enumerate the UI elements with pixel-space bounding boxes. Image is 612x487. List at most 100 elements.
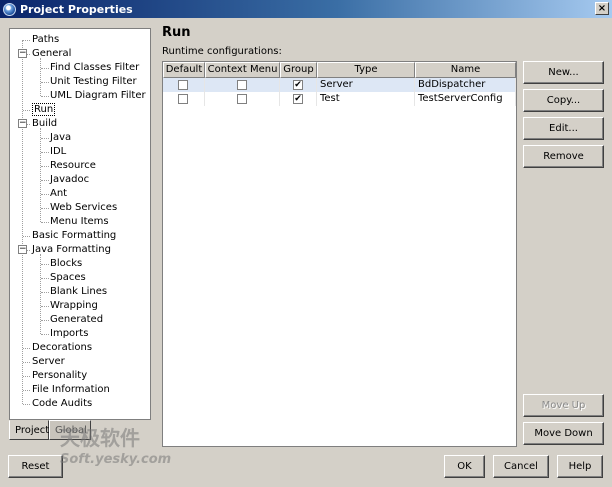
tree-guide-line: [23, 362, 30, 363]
runtime-config-table: Default Context Menu Group Type Name ✔ S…: [162, 61, 517, 447]
tree-item[interactable]: Blank Lines: [50, 285, 107, 298]
move-up-button[interactable]: Move Up: [523, 394, 604, 417]
column-header-name[interactable]: Name: [415, 62, 516, 78]
table-row[interactable]: ✔ Test TestServerConfig: [163, 92, 516, 106]
tree-guide-line: [23, 236, 30, 237]
column-header-type[interactable]: Type: [317, 62, 415, 78]
help-button[interactable]: Help: [557, 455, 603, 478]
tree-item[interactable]: Java Formatting: [32, 243, 111, 256]
tree-item-label: File Information: [32, 384, 110, 395]
runtime-configurations-label: Runtime configurations:: [162, 46, 282, 57]
tree-item[interactable]: Blocks: [50, 257, 82, 270]
cancel-button[interactable]: Cancel: [493, 455, 549, 478]
tree-item[interactable]: Paths: [32, 33, 59, 46]
tree-item[interactable]: File Information: [32, 383, 110, 396]
group-checkbox[interactable]: ✔: [293, 94, 303, 104]
tree-item[interactable]: Build: [32, 117, 57, 130]
tree-guide-line: [41, 68, 49, 69]
tree-item[interactable]: Unit Testing Filter: [50, 75, 137, 88]
tree-item-label: Decorations: [32, 342, 93, 353]
tree-item-label: Imports: [50, 328, 89, 339]
close-button[interactable]: ×: [595, 2, 609, 15]
tree-item[interactable]: Find Classes Filter: [50, 61, 139, 74]
tree-guide-line: [41, 166, 49, 167]
default-checkbox[interactable]: [178, 94, 188, 104]
type-cell: Test: [317, 92, 415, 106]
tree-item-label: Spaces: [50, 272, 86, 283]
collapse-icon[interactable]: −: [18, 245, 27, 254]
tree-item[interactable]: Code Audits: [32, 397, 92, 410]
table-row[interactable]: ✔ Server BdDispatcher: [163, 78, 516, 92]
new-button[interactable]: New...: [523, 61, 604, 84]
column-header-group[interactable]: Group: [280, 62, 317, 78]
tree-item[interactable]: Spaces: [50, 271, 86, 284]
tree-item-label: Server: [32, 356, 65, 367]
tree-guide-line: [41, 152, 49, 153]
tree-item[interactable]: Server: [32, 355, 65, 368]
table-header: Default Context Menu Group Type Name: [163, 62, 516, 78]
tree-item[interactable]: Decorations: [32, 341, 92, 354]
tree-item-label: Paths: [32, 34, 60, 45]
remove-button[interactable]: Remove: [523, 145, 604, 168]
collapse-icon[interactable]: −: [18, 119, 27, 128]
app-icon: [3, 2, 16, 16]
tree-item[interactable]: Wrapping: [50, 299, 98, 312]
tree-item[interactable]: Menu Items: [50, 215, 109, 228]
tree-guide-line: [41, 82, 49, 83]
default-checkbox[interactable]: [178, 80, 188, 90]
edit-button[interactable]: Edit...: [523, 117, 604, 140]
tree-guide-line: [40, 58, 41, 96]
tree-item-label: Find Classes Filter: [50, 62, 140, 73]
tab-project[interactable]: Project: [9, 420, 49, 440]
page-title: Run: [162, 25, 191, 40]
ok-button[interactable]: OK: [444, 455, 485, 478]
tree-guide-line: [23, 348, 30, 349]
move-down-button[interactable]: Move Down: [523, 422, 604, 445]
context-menu-checkbox[interactable]: [237, 80, 247, 90]
tree-item-label: Menu Items: [50, 216, 109, 227]
group-checkbox[interactable]: ✔: [293, 80, 303, 90]
tree-guide-line: [40, 254, 41, 334]
title-bar: Project Properties ×: [0, 0, 612, 18]
tree-item[interactable]: General: [32, 47, 71, 60]
name-cell: BdDispatcher: [415, 78, 516, 92]
copy-button[interactable]: Copy...: [523, 89, 604, 112]
tree-guide-line: [41, 320, 49, 321]
tree-item-label: Personality: [32, 370, 88, 381]
tree-item-label: Run: [32, 103, 56, 116]
tree-guide-line: [23, 404, 30, 405]
tree-item-label: UML Diagram Filter: [50, 90, 146, 101]
context-menu-checkbox[interactable]: [237, 94, 247, 104]
tree-item-label: Build: [32, 118, 58, 129]
tree-item-label: Java: [50, 132, 72, 143]
tree-item-label: Web Services: [50, 202, 118, 213]
tree-guide-line: [41, 194, 49, 195]
tree-guide-line: [41, 180, 49, 181]
tree-item[interactable]: Javadoc: [50, 173, 89, 186]
tree-item[interactable]: Generated: [50, 313, 103, 326]
column-header-default[interactable]: Default: [163, 62, 205, 78]
tree-item-label: Generated: [50, 314, 104, 325]
tree-guide-line: [22, 40, 23, 404]
tree-item[interactable]: Web Services: [50, 201, 117, 214]
reset-button[interactable]: Reset: [8, 455, 63, 478]
tree-item[interactable]: IDL: [50, 145, 66, 158]
tree-item[interactable]: Run: [32, 103, 56, 116]
tree-guide-line: [23, 110, 30, 111]
tree-item-label: Code Audits: [32, 398, 93, 409]
collapse-icon[interactable]: −: [18, 49, 27, 58]
tree-item[interactable]: Ant: [50, 187, 67, 200]
tree-item[interactable]: Java: [50, 131, 71, 144]
tree-item[interactable]: Basic Formatting: [32, 229, 116, 242]
tree-guide-line: [23, 390, 30, 391]
tree-item[interactable]: Imports: [50, 327, 88, 340]
tree-item[interactable]: UML Diagram Filter: [50, 89, 146, 102]
tree-guide-line: [41, 138, 49, 139]
tree-item[interactable]: Personality: [32, 369, 87, 382]
column-header-context-menu[interactable]: Context Menu: [205, 62, 280, 78]
watermark: 天极软件 Soft.yesky.com: [60, 427, 210, 482]
watermark-line1: 天极软件: [60, 426, 140, 450]
tree-item[interactable]: Resource: [50, 159, 96, 172]
settings-tree[interactable]: Paths − General Find Classes Filter Unit Tes…: [9, 28, 151, 420]
tree-guide-line: [41, 306, 49, 307]
